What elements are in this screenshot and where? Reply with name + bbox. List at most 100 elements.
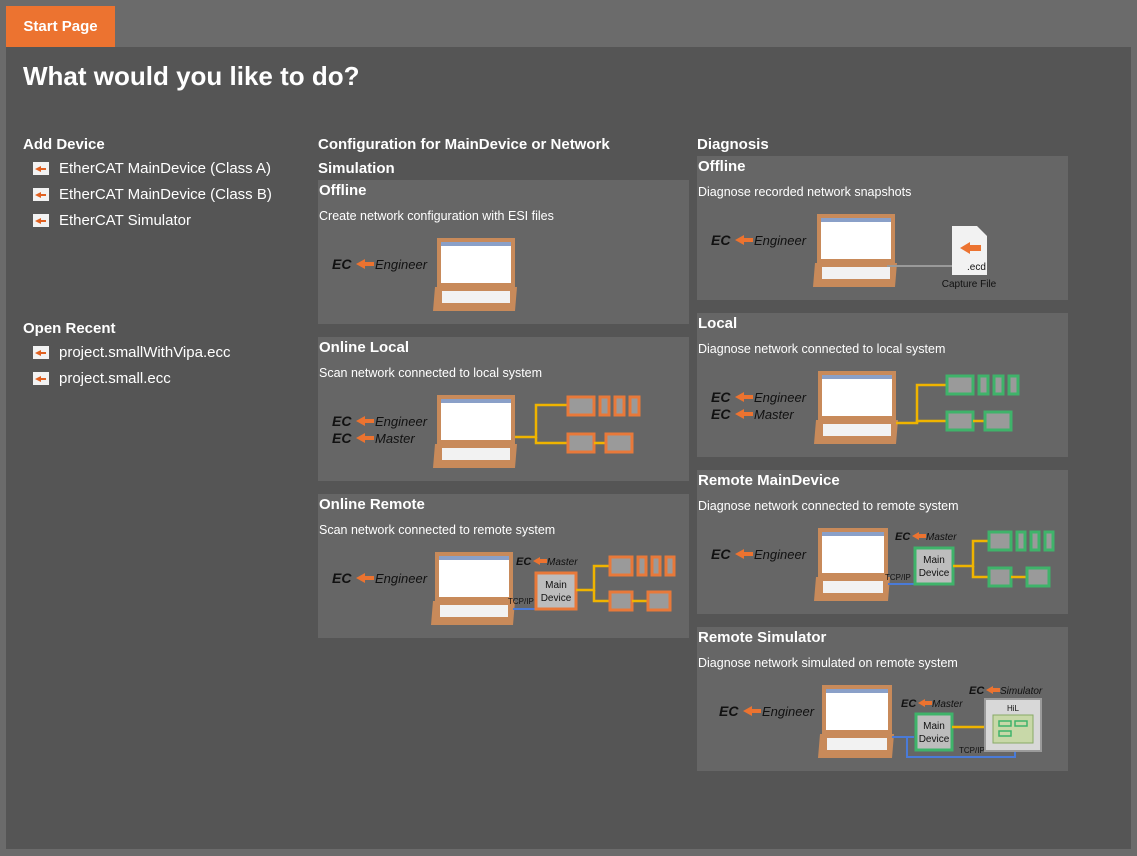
svg-text:Master: Master xyxy=(375,431,415,446)
main-device-box: Main Device xyxy=(913,546,955,586)
svg-text:Main: Main xyxy=(545,580,567,591)
svg-text:Engineer: Engineer xyxy=(375,257,428,272)
ethercat-icon xyxy=(33,188,49,201)
config-heading-line2: Simulation xyxy=(318,160,395,177)
laptop-icon xyxy=(814,528,890,601)
device-chain-top xyxy=(566,395,641,417)
laptop-icon xyxy=(818,685,894,758)
svg-text:EC: EC xyxy=(332,570,352,586)
device-chain-bottom xyxy=(566,432,634,454)
device-chain-top xyxy=(987,530,1055,552)
diagnosis-remote-simulator-card[interactable]: EC Engineer TCP/IP EC Master Main Device… xyxy=(697,627,1068,771)
svg-text:EC: EC xyxy=(332,430,352,446)
card-description: Scan network connected to local system xyxy=(319,366,543,380)
device-chain-bottom xyxy=(987,566,1051,588)
card-description: Diagnose recorded network snapshots xyxy=(698,185,912,199)
recent-file-item[interactable]: project.small.ecc xyxy=(33,370,171,387)
svg-text:TCP/IP: TCP/IP xyxy=(885,573,911,582)
ec-engineer-logo: EC Engineer xyxy=(719,703,815,719)
diag-offline-illustration: EC Engineer .ecd Capture File xyxy=(711,214,997,290)
svg-text:Engineer: Engineer xyxy=(375,414,428,429)
ec-engineer-logo: EC Engineer xyxy=(711,232,807,248)
card-title: Remote MainDevice xyxy=(698,472,840,489)
ec-engineer-logo: EC Engineer xyxy=(332,570,428,586)
svg-text:HiL: HiL xyxy=(1007,704,1020,713)
device-chain-bottom xyxy=(608,590,672,612)
ec-master-logo: EC Master xyxy=(332,430,415,446)
svg-text:Engineer: Engineer xyxy=(375,571,428,586)
laptop-icon xyxy=(433,238,517,311)
svg-text:TCP/IP: TCP/IP xyxy=(959,746,985,755)
diag-local-illustration: EC Engineer EC Master xyxy=(711,371,1020,444)
recent-file-item[interactable]: project.smallWithVipa.ecc xyxy=(33,344,230,361)
card-description: Create network configuration with ESI fi… xyxy=(319,209,554,223)
ec-master-logo: EC Master xyxy=(901,698,963,710)
svg-text:Engineer: Engineer xyxy=(762,704,815,719)
card-description: Scan network connected to remote system xyxy=(319,523,556,537)
svg-text:EC: EC xyxy=(711,546,731,562)
card-title: Online Remote xyxy=(319,496,425,513)
capture-file-icon: .ecd xyxy=(952,226,987,275)
recent-file-label: project.small.ecc xyxy=(59,370,171,387)
laptop-icon xyxy=(813,214,897,287)
add-device-class-a[interactable]: EtherCAT MainDevice (Class A) xyxy=(33,160,271,177)
card-title: Remote Simulator xyxy=(698,629,827,646)
laptop-icon xyxy=(814,371,898,444)
svg-text:Main: Main xyxy=(923,555,945,566)
ethercat-icon xyxy=(33,162,49,175)
diagnosis-remote-maindevice-card[interactable]: EC Engineer TCP/IP EC Master Main Device… xyxy=(697,470,1068,614)
add-device-simulator[interactable]: EtherCAT Simulator xyxy=(33,212,191,229)
diag-remote-sim-illustration: EC Engineer TCP/IP EC Master Main Device… xyxy=(719,685,1043,758)
card-description: Diagnose network connected to remote sys… xyxy=(698,499,959,513)
card-title: Offline xyxy=(319,182,367,199)
svg-text:EC: EC xyxy=(969,685,985,697)
diagnosis-offline-card[interactable]: EC Engineer .ecd Capture File Offline Di… xyxy=(697,156,1068,300)
online-local-illustration: EC Engineer EC Master xyxy=(332,395,641,468)
ec-simulator-logo: EC Simulator xyxy=(969,685,1043,697)
svg-text:Master: Master xyxy=(926,532,957,543)
config-online-remote-card[interactable]: EC Engineer TCP/IP EC Master Main Device… xyxy=(318,494,689,638)
card-description: Diagnose network simulated on remote sys… xyxy=(698,656,958,670)
svg-text:Engineer: Engineer xyxy=(754,233,807,248)
start-page-panel: What would you like to do? Add Device Et… xyxy=(6,47,1131,849)
ec-engineer-logo: EC Engineer xyxy=(332,413,428,429)
card-title: Online Local xyxy=(319,339,410,356)
config-offline-card[interactable]: EC Engineer Offline Create network confi… xyxy=(318,180,689,324)
svg-text:EC: EC xyxy=(901,698,917,710)
ec-engineer-logo: EC Engineer xyxy=(711,546,807,562)
ec-engineer-logo: EC Engineer xyxy=(332,256,428,272)
svg-text:EC: EC xyxy=(332,413,352,429)
tab-start-page[interactable]: Start Page xyxy=(6,6,115,47)
svg-text:EC: EC xyxy=(711,406,731,422)
diag-remote-main-illustration: EC Engineer TCP/IP EC Master Main Device xyxy=(711,528,1055,601)
svg-text:EC: EC xyxy=(711,232,731,248)
diagnosis-local-card[interactable]: EC Engineer EC Master Local Diagnose net… xyxy=(697,313,1068,457)
svg-text:Engineer: Engineer xyxy=(754,547,807,562)
ethercat-icon xyxy=(33,214,49,227)
svg-text:Device: Device xyxy=(919,568,950,579)
svg-text:EC: EC xyxy=(332,256,352,272)
diagnosis-heading: Diagnosis xyxy=(697,136,769,153)
svg-text:Device: Device xyxy=(919,734,950,745)
open-recent-heading: Open Recent xyxy=(23,320,116,337)
online-remote-illustration: EC Engineer TCP/IP EC Master Main Device xyxy=(332,552,676,625)
device-chain-top xyxy=(608,555,676,577)
card-description: Diagnose network connected to local syst… xyxy=(698,342,946,356)
main-device-box: Main Device xyxy=(534,571,578,611)
svg-text:EC: EC xyxy=(719,703,739,719)
recent-file-label: project.smallWithVipa.ecc xyxy=(59,344,231,361)
config-online-local-card[interactable]: EC Engineer EC Master Online Local Scan … xyxy=(318,337,689,481)
svg-text:Main: Main xyxy=(923,721,945,732)
page-title: What would you like to do? xyxy=(23,61,360,91)
ec-master-logo: EC Master xyxy=(516,556,578,568)
hil-simulator-box: HiL xyxy=(984,698,1042,752)
laptop-icon xyxy=(431,552,515,625)
card-title: Offline xyxy=(698,158,746,175)
card-title: Local xyxy=(698,315,738,332)
svg-text:Engineer: Engineer xyxy=(754,390,807,405)
add-device-class-b[interactable]: EtherCAT MainDevice (Class B) xyxy=(33,186,272,203)
svg-text:EC: EC xyxy=(516,556,532,568)
add-device-label: EtherCAT Simulator xyxy=(59,212,191,229)
svg-text:Capture File: Capture File xyxy=(942,279,997,290)
add-device-heading: Add Device xyxy=(23,136,105,153)
